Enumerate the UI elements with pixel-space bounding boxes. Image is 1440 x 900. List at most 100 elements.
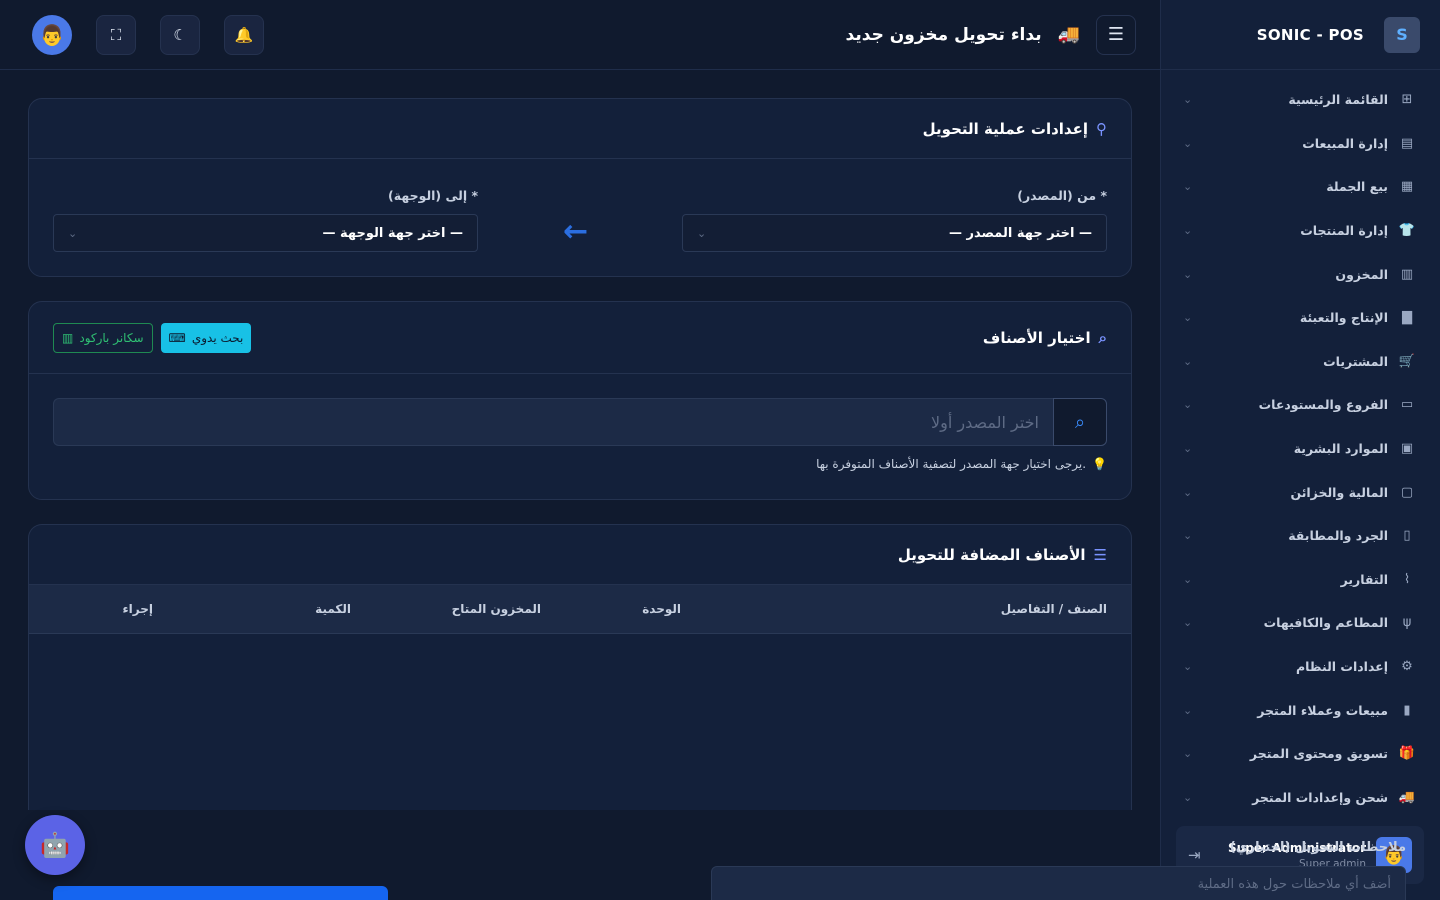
sidebar-item[interactable]: ⌄ الجرد والمطابقة ▯ (1161, 514, 1440, 558)
search-hint-text: يرجى اختيار جهة المصدر لتصفية الأصناف ال… (816, 457, 1087, 471)
sidebar-item[interactable]: ⌄ إدارة المنتجات 👕 (1161, 209, 1440, 253)
truck-icon: 🚚 (1057, 24, 1080, 45)
chevron-down-icon: ⌄ (1183, 93, 1193, 107)
barcode-icon: ▥ (62, 330, 74, 345)
sidebar-item-label: الإنتاج والتعبئة (1299, 310, 1388, 326)
chevron-down-icon: ⌄ (1183, 529, 1193, 543)
page-title: بداء تحويل مخزون جديد (845, 24, 1042, 45)
submit-button[interactable] (53, 886, 388, 900)
items-table-header: الصنف / التفاصيل الوحدة المخزون المتاح ا… (29, 585, 1131, 634)
sidebar-item[interactable]: ⌄ مبيعات وعملاء المتجر ▮ (1161, 688, 1440, 732)
header-actions: 👨 ⛶ ☾ 🔔 (32, 14, 264, 55)
search-icon: ⌕ (1074, 411, 1086, 433)
robot-icon: 🤖 (40, 831, 70, 859)
chevron-down-icon: ⌄ (1183, 442, 1193, 456)
product-search: اختر المصدر أولا ⌕ (53, 398, 1107, 446)
sidebar-item-icon: ▮ (1403, 702, 1411, 718)
items-select-title: اختيار الأصناف ⌕ (983, 329, 1107, 347)
chevron-down-icon: ⌄ (1183, 660, 1193, 674)
barcode-scanner-label: سكانر باركود (79, 330, 144, 345)
from-label: من (المصدر) * (1017, 188, 1107, 203)
sidebar-item[interactable]: ⌄ إعدادات النظام ⚙ (1161, 645, 1440, 689)
arrow-left-icon: ← (563, 214, 589, 249)
items-select-header: ▥ سكانر باركود ⌨ بحث يدوي اختيار الأصناف… (29, 302, 1131, 374)
sidebar: SONIC - POS S ⌄ القائمة الرئيسية ⊞ ⌄ إدارة ا… (1160, 0, 1440, 900)
chevron-down-icon: ⌄ (1183, 747, 1193, 761)
sidebar-item-icon: ▣ (1400, 441, 1414, 457)
user-avatar-button[interactable]: 👨 (32, 14, 72, 55)
transfer-settings-card: إعدادات عملية التحويل ⚲ من (المصدر) * ⌄ … (28, 98, 1132, 277)
added-items-card: الأصناف المضافة للتحويل ☰ الصنف / التفاص… (28, 524, 1132, 810)
chevron-down-icon: ⌄ (1183, 180, 1193, 194)
sidebar-item-label: المطاعم والكافيهات (1263, 615, 1388, 631)
barcode-scanner-button[interactable]: ▥ سكانر باركود (53, 322, 153, 353)
notes-input[interactable]: أضف أي ملاحظات حول هذه العملية (711, 866, 1406, 900)
sidebar-item[interactable]: ⌄ المخزون ▥ (1161, 252, 1440, 296)
sidebar-item-icon: ⌇ (1403, 571, 1411, 587)
chevron-down-icon: ⌄ (1183, 224, 1193, 238)
column-action: إجراء (122, 602, 153, 616)
chevron-down-icon: ⌄ (1183, 790, 1193, 804)
route-icon: ⚲ (1096, 119, 1107, 138)
brand-name: SONIC - POS (1256, 25, 1364, 44)
assistant-button[interactable]: 🤖 (25, 815, 85, 875)
column-unit: الوحدة (642, 602, 681, 616)
search-hint: يرجى اختيار جهة المصدر لتصفية الأصناف ال… (816, 457, 1107, 471)
sidebar-item-icon: ⚙ (1401, 659, 1413, 675)
sidebar-item-icon: ⊞ (1401, 92, 1413, 108)
transfer-settings-title-text: إعدادات عملية التحويل (922, 119, 1088, 138)
product-search-input[interactable]: اختر المصدر أولا (53, 398, 1053, 446)
menu-icon: ☰ (1107, 24, 1125, 45)
chevron-down-icon: ⌄ (1183, 398, 1193, 412)
sidebar-nav: ⌄ القائمة الرئيسية ⊞ ⌄ إدارة المبيعات ▤ ⌄ بيع ا… (1161, 70, 1440, 819)
sidebar-item-icon: ▭ (1400, 397, 1414, 413)
sidebar-item-label: القائمة الرئيسية (1288, 92, 1388, 108)
sidebar-item[interactable]: ⌄ بيع الجملة ▦ (1161, 165, 1440, 209)
search-mode-toggle: ▥ سكانر باركود ⌨ بحث يدوي (53, 322, 252, 353)
keyboard-icon: ⌨ (168, 330, 186, 345)
bell-icon: 🔔 (234, 25, 254, 44)
items-select-card: ▥ سكانر باركود ⌨ بحث يدوي اختيار الأصناف… (28, 301, 1132, 500)
sidebar-item-icon: ▯ (1403, 528, 1411, 544)
sidebar-item[interactable]: ⌄ الفروع والمستودعات ▭ (1161, 383, 1440, 427)
sidebar-item[interactable]: ⌄ إدارة المبيعات ▤ (1161, 122, 1440, 166)
product-search-button[interactable]: ⌕ (1053, 398, 1107, 446)
sidebar-item-label: إعدادات النظام (1295, 659, 1388, 675)
sidebar-item[interactable]: ⌄ الإنتاج والتعبئة ▇ (1161, 296, 1440, 340)
sidebar-item[interactable]: ⌄ المشتريات 🛒 (1161, 340, 1440, 384)
to-select-value: — اختر جهة الوجهة — (322, 225, 464, 241)
fullscreen-button[interactable]: ⛶ (96, 14, 136, 55)
notifications-button[interactable]: 🔔 (224, 14, 264, 55)
sidebar-item-label: تسويق ومحتوى المتجر (1249, 746, 1388, 762)
brand: SONIC - POS S (1161, 0, 1440, 70)
sidebar-item[interactable]: ⌄ التقارير ⌇ (1161, 558, 1440, 602)
top-header: 👨 ⛶ ☾ 🔔 بداء تحويل مخزون جديد 🚚 ☰ (0, 0, 1160, 70)
menu-toggle-button[interactable]: ☰ (1096, 14, 1136, 55)
moon-icon: ☾ (173, 25, 187, 44)
column-item-details: الصنف / التفاصيل (1000, 602, 1107, 616)
sidebar-item-label: الجرد والمطابقة (1288, 528, 1388, 544)
sidebar-item-icon: ▦ (1400, 179, 1414, 195)
sidebar-item[interactable]: ⌄ القائمة الرئيسية ⊞ (1161, 78, 1440, 122)
added-items-title: الأصناف المضافة للتحويل ☰ (898, 546, 1107, 564)
chevron-down-icon: ⌄ (1183, 136, 1193, 150)
manual-search-button[interactable]: ⌨ بحث يدوي (160, 322, 252, 353)
sidebar-item[interactable]: ⌄ المالية والخزائن ▢ (1161, 470, 1440, 514)
header-title-area: بداء تحويل مخزون جديد 🚚 ☰ (845, 14, 1136, 55)
avatar-icon: 👨 (39, 22, 65, 47)
sidebar-item-icon: 🛒 (1398, 353, 1416, 369)
sidebar-item-icon: ψ (1402, 615, 1412, 631)
from-select[interactable]: ⌄ — اختر جهة المصدر — (682, 214, 1107, 252)
logout-icon[interactable]: ⇥ (1188, 846, 1201, 864)
sidebar-item-label: التقارير (1340, 571, 1388, 587)
sidebar-item[interactable]: ⌄ المطاعم والكافيهات ψ (1161, 601, 1440, 645)
added-items-title-text: الأصناف المضافة للتحويل (897, 545, 1086, 564)
sidebar-item[interactable]: ⌄ الموارد البشرية ▣ (1161, 427, 1440, 471)
sidebar-item[interactable]: ⌄ شحن وإعدادات المتجر 🚚 (1161, 776, 1440, 820)
sidebar-item-icon: 🚚 (1398, 789, 1416, 805)
theme-toggle-button[interactable]: ☾ (160, 14, 200, 55)
to-select[interactable]: ⌄ — اختر جهة الوجهة — (53, 214, 478, 252)
items-select-title-text: اختيار الأصناف (982, 328, 1091, 347)
sidebar-item[interactable]: ⌄ تسويق ومحتوى المتجر 🎁 (1161, 732, 1440, 776)
from-select-value: — اختر جهة المصدر — (948, 225, 1092, 241)
